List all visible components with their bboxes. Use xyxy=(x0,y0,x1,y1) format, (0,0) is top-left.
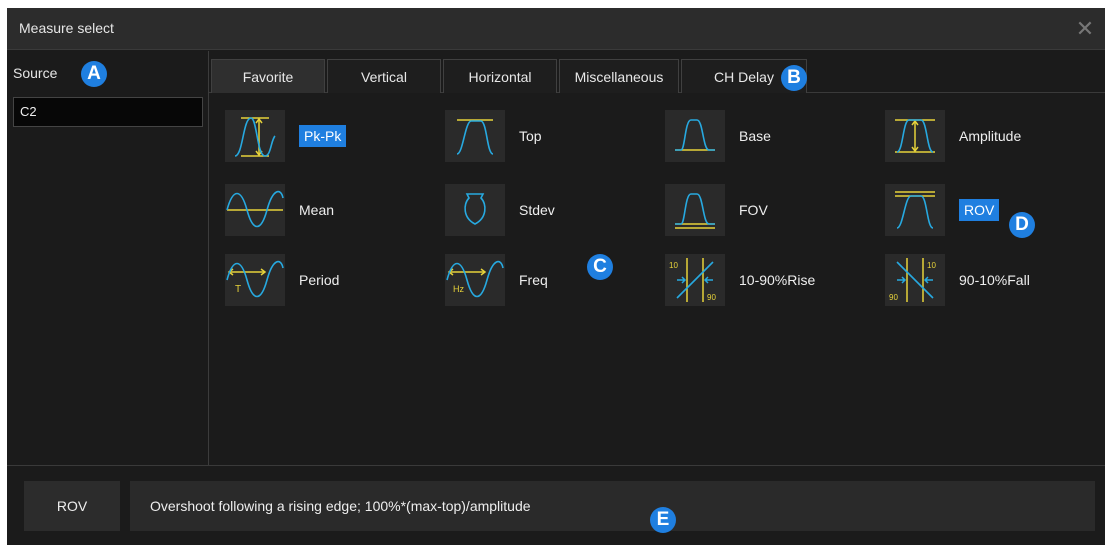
close-button[interactable]: ✕ xyxy=(1065,8,1105,50)
measure-item-base[interactable]: Base xyxy=(665,110,771,162)
measure-label-top: Top xyxy=(519,128,542,144)
measure-label-mean: Mean xyxy=(299,202,335,218)
measure-item-pk-pk[interactable]: Pk-Pk xyxy=(225,110,347,162)
top-icon xyxy=(445,110,505,162)
tab-miscellaneous[interactable]: Miscellaneous xyxy=(559,59,679,93)
rise-low-text: 10 xyxy=(669,261,678,270)
tab-horizontal[interactable]: Horizontal xyxy=(443,59,557,93)
measure-label-pk-pk: Pk-Pk xyxy=(299,125,347,147)
source-panel: Source A C2 xyxy=(7,51,209,465)
measure-item-rise[interactable]: 10 90 10-90%Rise xyxy=(665,254,815,306)
measure-label-fall: 90-10%Fall xyxy=(959,272,1030,288)
freq-icon: Hz xyxy=(445,254,505,306)
measure-item-mean[interactable]: Mean xyxy=(225,184,334,236)
pk-pk-icon xyxy=(225,110,285,162)
measure-item-stdev[interactable]: Stdev xyxy=(445,184,555,236)
measure-item-period[interactable]: T Period xyxy=(225,254,339,306)
tab-favorite[interactable]: Favorite xyxy=(211,59,325,93)
rise-high-text: 90 xyxy=(707,293,716,302)
fall-time-icon: 10 90 xyxy=(885,254,945,306)
rise-time-icon: 10 90 xyxy=(665,254,725,306)
measure-label-rise: 10-90%Rise xyxy=(739,272,816,288)
measure-item-top[interactable]: Top xyxy=(445,110,542,162)
measure-label-rov: ROV xyxy=(959,199,1000,221)
rov-icon xyxy=(885,184,945,236)
period-icon-text: T xyxy=(235,284,241,295)
callout-marker-a: A xyxy=(81,61,107,87)
measure-select-dialog: Measure select ✕ Source A C2 Favorite Ve… xyxy=(7,8,1105,545)
measure-item-amplitude[interactable]: Amplitude xyxy=(885,110,1021,162)
measure-label-freq: Freq xyxy=(519,272,548,288)
mean-icon xyxy=(225,184,285,236)
measure-label-period: Period xyxy=(299,272,340,288)
close-icon: ✕ xyxy=(1075,16,1095,41)
amplitude-icon xyxy=(885,110,945,162)
category-tabs: Favorite Vertical Horizontal Miscellaneo… xyxy=(209,51,1105,93)
callout-marker-c: C xyxy=(587,254,613,280)
measure-item-rov[interactable]: ROV xyxy=(885,184,1000,236)
measure-label-stdev: Stdev xyxy=(519,202,555,218)
source-channel-field[interactable]: C2 xyxy=(13,97,203,127)
callout-marker-d: D xyxy=(1009,212,1035,238)
description-text: Overshoot following a rising edge; 100%*… xyxy=(150,498,531,514)
selected-measure-description: Overshoot following a rising edge; 100%*… xyxy=(130,481,1095,531)
measure-item-fov[interactable]: FOV xyxy=(665,184,768,236)
selected-measure-name: ROV xyxy=(24,481,120,531)
base-icon xyxy=(665,110,725,162)
fov-icon xyxy=(665,184,725,236)
measure-item-freq[interactable]: Hz Freq xyxy=(445,254,548,306)
description-bar: ROV Overshoot following a rising edge; 1… xyxy=(7,465,1105,545)
period-icon: T xyxy=(225,254,285,306)
freq-icon-text: Hz xyxy=(453,284,464,294)
measure-label-base: Base xyxy=(739,128,771,144)
source-label: Source xyxy=(13,65,58,81)
measure-label-amplitude: Amplitude xyxy=(959,128,1022,144)
title-bar: Measure select ✕ xyxy=(7,8,1105,50)
measurement-grid: Pk-Pk Top Base Amplitude Mean Stdev FOV … xyxy=(209,94,1105,465)
measure-label-fov: FOV xyxy=(739,202,768,218)
tab-vertical[interactable]: Vertical xyxy=(327,59,441,93)
fall-high-text: 10 xyxy=(927,261,936,270)
stdev-icon xyxy=(445,184,505,236)
dialog-title: Measure select xyxy=(19,20,114,36)
measure-item-fall[interactable]: 10 90 90-10%Fall xyxy=(885,254,1030,306)
callout-marker-e: E xyxy=(650,507,676,533)
fall-low-text: 90 xyxy=(889,293,898,302)
callout-marker-b: B xyxy=(781,65,807,91)
